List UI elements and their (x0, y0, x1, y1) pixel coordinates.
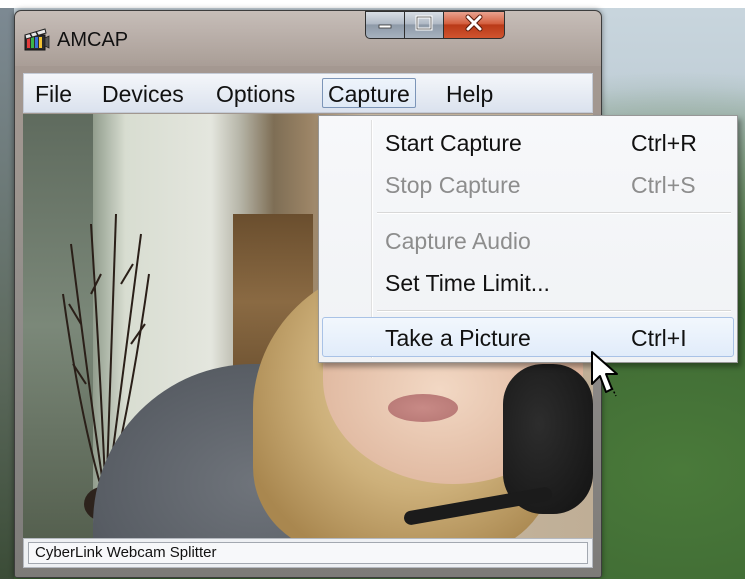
status-text: CyberLink Webcam Splitter (28, 542, 588, 564)
menu-file[interactable]: File (29, 78, 78, 108)
maximize-button[interactable] (404, 11, 444, 39)
menu-item-take-a-picture[interactable]: Take a Picture Ctrl+I (322, 317, 734, 357)
arrow-cursor-icon (590, 350, 620, 398)
menu-item-label: Set Time Limit... (385, 270, 550, 296)
close-icon (464, 14, 484, 36)
menu-separator (377, 310, 731, 312)
minimize-icon (377, 15, 393, 35)
menu-bar: File Devices Options Capture Help (23, 73, 593, 113)
title-bar[interactable]: AMCAP (15, 11, 601, 67)
menu-item-shortcut: Ctrl+S (631, 172, 696, 198)
menu-separator (377, 212, 731, 214)
menu-item-label: Start Capture (385, 130, 522, 156)
menu-item-label: Stop Capture (385, 172, 521, 198)
menu-item-shortcut: Ctrl+R (631, 130, 697, 156)
maximize-icon (415, 15, 433, 35)
menu-devices[interactable]: Devices (96, 78, 190, 108)
menu-item-capture-audio[interactable]: Capture Audio (322, 220, 734, 260)
menu-item-label: Capture Audio (385, 228, 531, 254)
person-lips (388, 394, 458, 422)
menu-capture[interactable]: Capture (322, 78, 416, 108)
window-title: AMCAP (57, 29, 129, 51)
desktop-left-edge (0, 0, 14, 579)
menu-item-start-capture[interactable]: Start Capture Ctrl+R (322, 122, 734, 162)
menu-item-stop-capture[interactable]: Stop Capture Ctrl+S (322, 164, 734, 204)
menu-item-set-time-limit[interactable]: Set Time Limit... (322, 262, 734, 302)
menu-item-label: Take a Picture (385, 325, 531, 351)
close-button[interactable] (443, 11, 505, 39)
menu-item-shortcut: Ctrl+I (631, 325, 687, 351)
menu-options[interactable]: Options (210, 78, 301, 108)
minimize-button[interactable] (365, 11, 405, 39)
desktop-top-edge (0, 0, 745, 8)
capture-menu-dropdown: Start Capture Ctrl+R Stop Capture Ctrl+S… (318, 115, 738, 363)
film-clapper-icon[interactable] (24, 28, 50, 52)
status-bar: CyberLink Webcam Splitter (23, 538, 593, 568)
menu-help[interactable]: Help (440, 78, 499, 108)
